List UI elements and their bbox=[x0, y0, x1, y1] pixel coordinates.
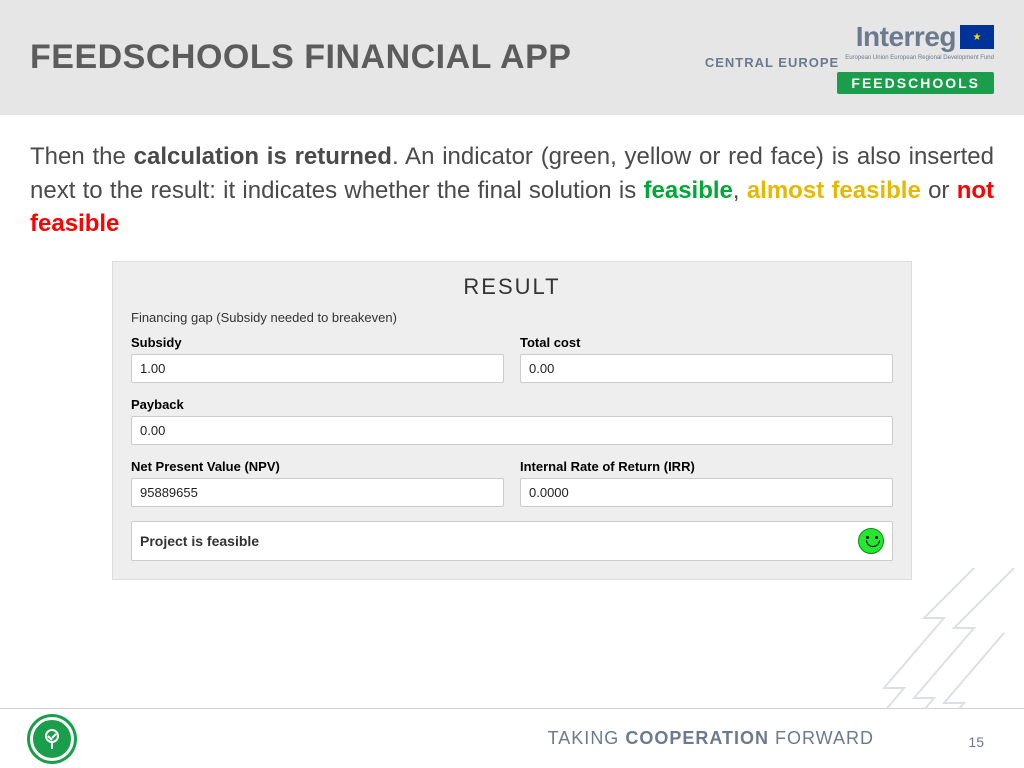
almost-word: almost feasible bbox=[747, 177, 921, 204]
result-title: RESULT bbox=[131, 274, 893, 300]
irr-label: Internal Rate of Return (IRR) bbox=[520, 459, 893, 474]
footer: TAKING COOPERATION FORWARD 15 bbox=[0, 708, 1024, 768]
payback-field: Payback 0.00 bbox=[131, 397, 893, 445]
subsidy-value: 1.00 bbox=[131, 354, 504, 383]
footer-tagline: TAKING COOPERATION FORWARD bbox=[548, 728, 874, 749]
fund-label: European Union European Regional Develop… bbox=[845, 55, 994, 62]
subsidy-field: Subsidy 1.00 bbox=[131, 335, 504, 383]
body-bold: calculation is returned bbox=[134, 143, 392, 170]
financing-gap-label: Financing gap (Subsidy needed to breakev… bbox=[131, 310, 893, 325]
subsidy-label: Subsidy bbox=[131, 335, 504, 350]
region-label: CENTRAL EUROPE bbox=[705, 55, 839, 70]
body-pre: Then the bbox=[30, 143, 134, 170]
interreg-logo: Interreg ★ bbox=[856, 21, 994, 53]
sep2: or bbox=[921, 177, 957, 204]
body-paragraph: Then the calculation is returned. An ind… bbox=[0, 115, 1024, 261]
payback-value: 0.00 bbox=[131, 416, 893, 445]
status-text: Project is feasible bbox=[140, 533, 259, 549]
tagline-pre: TAKING bbox=[548, 728, 626, 748]
status-row: Project is feasible bbox=[131, 521, 893, 561]
irr-field: Internal Rate of Return (IRR) 0.0000 bbox=[520, 459, 893, 507]
tagline-bold: COOPERATION bbox=[625, 728, 769, 748]
eu-flag-icon: ★ bbox=[960, 25, 994, 49]
header-bar: FEEDSCHOOLS FINANCIAL APP Interreg ★ CEN… bbox=[0, 0, 1024, 115]
npv-field: Net Present Value (NPV) 95889655 bbox=[131, 459, 504, 507]
result-panel: RESULT Financing gap (Subsidy needed to … bbox=[112, 261, 912, 580]
project-band: FEEDSCHOOLS bbox=[837, 72, 994, 94]
payback-label: Payback bbox=[131, 397, 893, 412]
tree-badge-icon bbox=[30, 717, 74, 761]
page-number: 15 bbox=[968, 734, 984, 750]
irr-value: 0.0000 bbox=[520, 478, 893, 507]
sep1: , bbox=[733, 177, 747, 204]
npv-value: 95889655 bbox=[131, 478, 504, 507]
feasible-word: feasible bbox=[644, 177, 733, 204]
tagline-post: FORWARD bbox=[769, 728, 874, 748]
logo-block: Interreg ★ CENTRAL EUROPE European Union… bbox=[705, 21, 994, 94]
smiley-green-icon bbox=[858, 528, 884, 554]
npv-label: Net Present Value (NPV) bbox=[131, 459, 504, 474]
page-title: FEEDSCHOOLS FINANCIAL APP bbox=[30, 38, 571, 77]
interreg-word: Interreg bbox=[856, 21, 956, 53]
totalcost-field: Total cost 0.00 bbox=[520, 335, 893, 383]
totalcost-label: Total cost bbox=[520, 335, 893, 350]
totalcost-value: 0.00 bbox=[520, 354, 893, 383]
